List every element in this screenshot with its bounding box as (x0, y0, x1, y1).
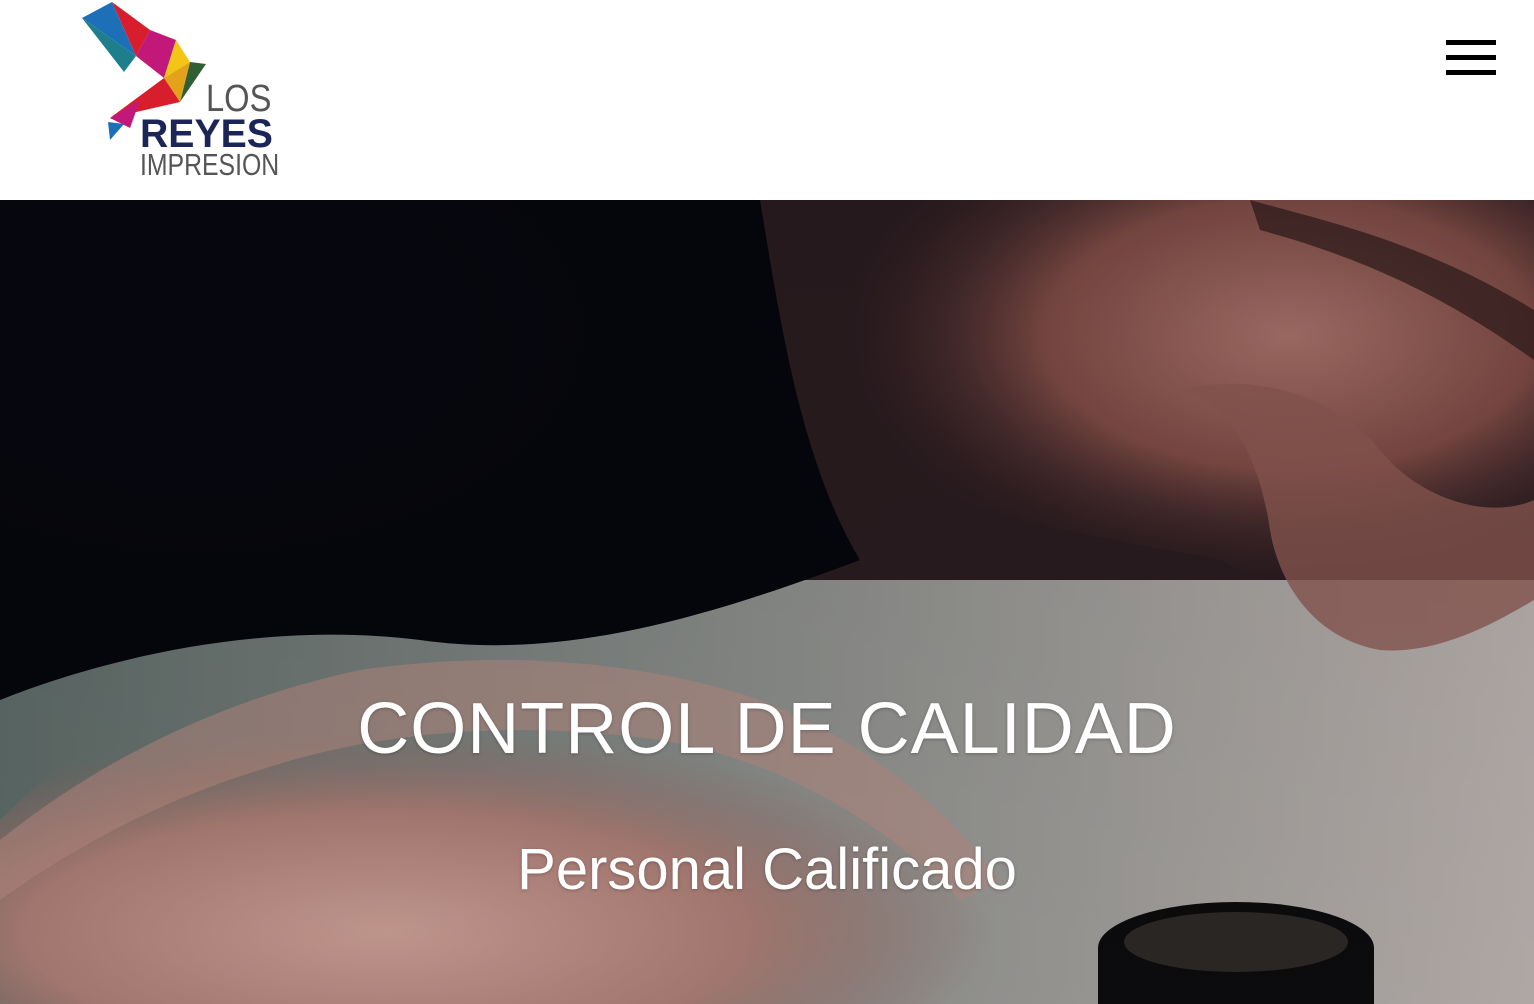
menu-bar-top (1446, 40, 1496, 45)
brand-logo[interactable]: LOS REYES IMPRESION (80, 0, 300, 185)
hero-title: CONTROL DE CALIDAD (357, 689, 1177, 769)
hero-banner: CONTROL DE CALIDAD Personal Calificado (0, 200, 1534, 1004)
hero-subtitle: Personal Calificado (517, 837, 1017, 902)
menu-bar-middle (1446, 55, 1496, 60)
site-header: LOS REYES IMPRESION (0, 0, 1534, 200)
logo-text-impresion: IMPRESION (140, 147, 280, 182)
menu-bar-bottom (1446, 70, 1496, 75)
hamburger-menu-button[interactable] (1442, 36, 1500, 80)
